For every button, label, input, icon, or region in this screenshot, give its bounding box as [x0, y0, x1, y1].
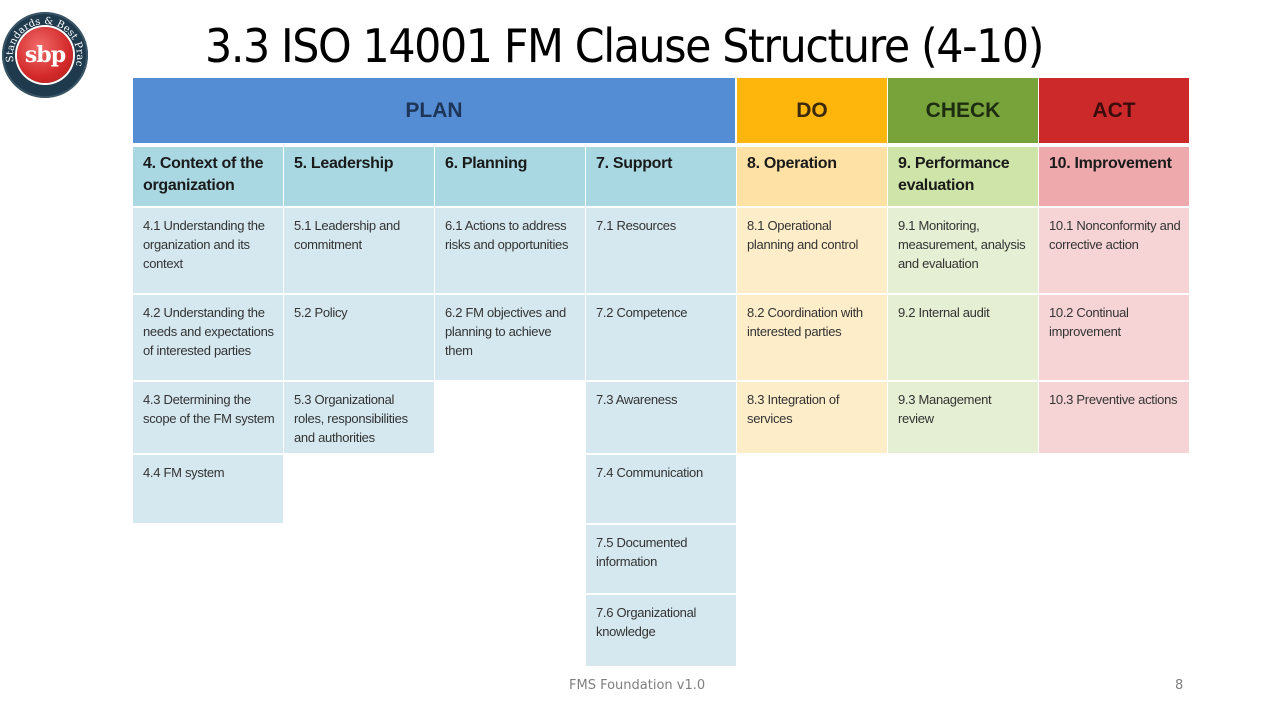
clause-item: 7.4 Communication	[586, 455, 736, 523]
clause-item: 7.2 Competence	[586, 295, 736, 380]
clause-item: 6.2 FM objectives and planning to achiev…	[435, 295, 585, 380]
clause-item: 5.2 Policy	[284, 295, 434, 380]
sbp-logo: Standards & Best Practice sbp	[2, 12, 88, 98]
clause-item: 7.5 Documented information	[586, 525, 736, 593]
clause-heading: 10. Improvement	[1039, 147, 1189, 206]
clause-item: 10.2 Continual improvement	[1039, 295, 1189, 380]
clause-item: 8.2 Coordination with interested parties	[737, 295, 887, 380]
clause-item: 7.3 Awareness	[586, 382, 736, 453]
clause-heading: 8. Operation	[737, 147, 887, 206]
phase-header-act: ACT	[1039, 78, 1189, 143]
clause-item: 9.2 Internal audit	[888, 295, 1038, 380]
clause-item: 8.3 Integration of services	[737, 382, 887, 453]
clause-item: 5.1 Leadership and commitment	[284, 208, 434, 293]
clause-heading: 7. Support	[586, 147, 736, 206]
clause-item: 4.3 Determining the scope of the FM syst…	[133, 382, 283, 453]
clause-item: 7.6 Organizational knowledge	[586, 595, 736, 666]
page-number: 8	[1175, 678, 1184, 693]
clause-item: 10.3 Preventive actions	[1039, 382, 1189, 453]
clause-item: 10.1 Nonconformity and corrective action	[1039, 208, 1189, 293]
clause-item: 6.1 Actions to address risks and opportu…	[435, 208, 585, 293]
clause-item: 7.1 Resources	[586, 208, 736, 293]
clause-item: 9.1 Monitoring, measurement, analysis an…	[888, 208, 1038, 293]
clause-heading: 4. Context of the organization	[133, 147, 283, 206]
clause-item: 4.4 FM system	[133, 455, 283, 523]
clause-item: 8.1 Operational planning and control	[737, 208, 887, 293]
clause-item: 5.3 Organizational roles, responsibiliti…	[284, 382, 434, 453]
logo-mark: sbp	[17, 27, 73, 83]
clause-item: 4.1 Understanding the organization and i…	[133, 208, 283, 293]
phase-header-check: CHECK	[888, 78, 1038, 143]
clause-heading: 6. Planning	[435, 147, 585, 206]
clause-heading: 5. Leadership	[284, 147, 434, 206]
footer-text: FMS Foundation v1.0	[569, 678, 706, 693]
slide-title: 3.3 ISO 14001 FM Clause Structure (4-10)	[205, 19, 1044, 73]
phase-header-do: DO	[737, 78, 887, 143]
clause-heading: 9. Performance evaluation	[888, 147, 1038, 206]
clause-item: 4.2 Understanding the needs and expectat…	[133, 295, 283, 380]
phase-header-plan: PLAN	[133, 78, 735, 143]
clause-item: 9.3 Management review	[888, 382, 1038, 453]
